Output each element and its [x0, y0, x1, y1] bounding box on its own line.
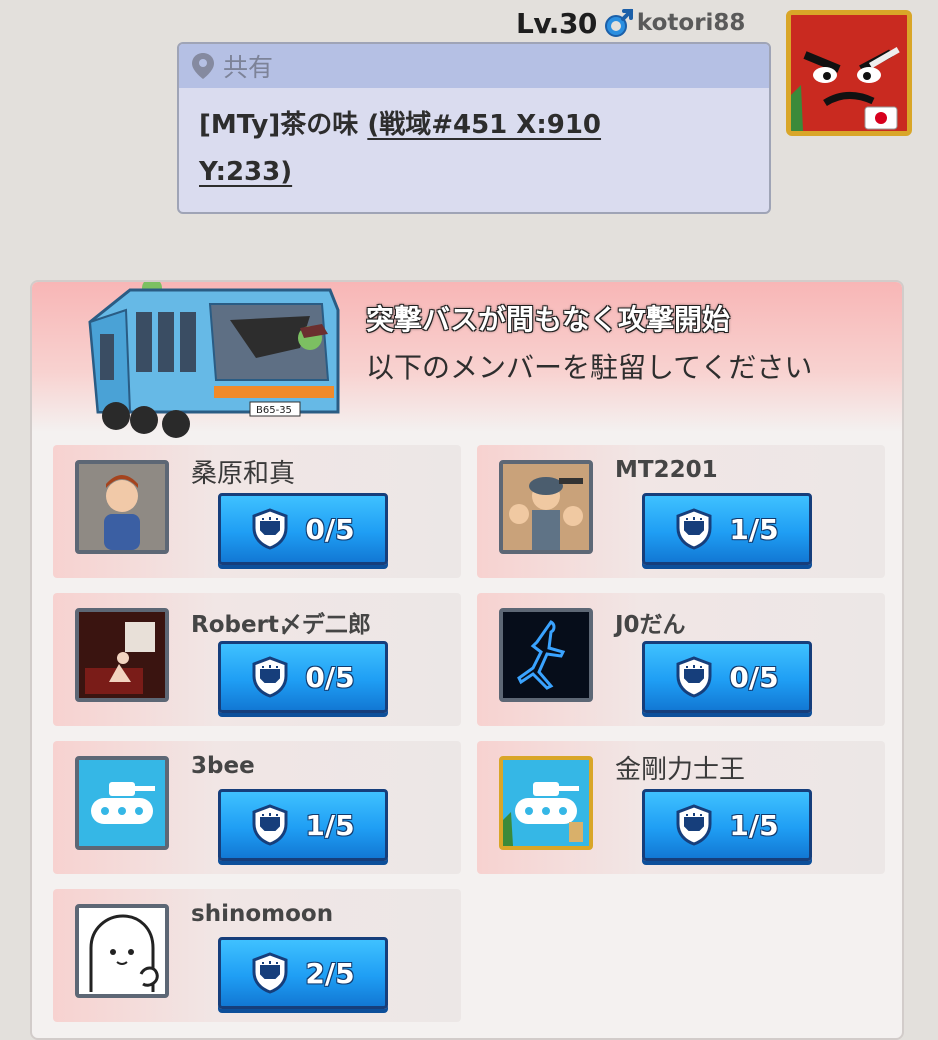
tank-icon — [79, 760, 165, 846]
member-name: 3bee — [191, 753, 255, 779]
garrison-count-button[interactable]: 0/5 — [218, 641, 388, 713]
shield-icon — [252, 656, 288, 698]
shield-icon — [252, 508, 288, 550]
garrison-count-button[interactable]: 1/5 — [642, 789, 812, 861]
garrison-count: 2/5 — [305, 956, 355, 990]
garrison-count-button[interactable]: 2/5 — [218, 937, 388, 1009]
member-name: 金剛力士王 — [615, 755, 746, 785]
svg-text:B65-35: B65-35 — [256, 405, 292, 416]
member-name: shinomoon — [191, 901, 334, 927]
user-info: Lv.30 kotori88 — [516, 4, 745, 42]
garrison-count-button[interactable]: 0/5 — [642, 641, 812, 713]
member-avatar[interactable] — [499, 608, 593, 702]
dark-room-photo-avatar-icon — [79, 612, 165, 698]
garrison-count-button[interactable]: 1/5 — [642, 493, 812, 565]
member-avatar[interactable] — [499, 756, 593, 850]
figure-photo-avatar-icon — [79, 464, 165, 550]
member-avatar[interactable] — [75, 904, 169, 998]
alliance-player-name: [MTy]茶の味 — [199, 110, 359, 140]
share-body: [MTy]茶の味 (戦域#451 X:910 Y:233) — [179, 88, 769, 210]
member-name: MT2201 — [615, 457, 718, 483]
member-avatar[interactable] — [75, 756, 169, 850]
shield-icon — [676, 656, 712, 698]
member-card: 3bee 1/5 — [53, 741, 461, 874]
member-card: J0だん 0/5 — [477, 593, 885, 726]
male-icon — [604, 9, 633, 37]
shield-icon — [676, 804, 712, 846]
soldiers-avatar-icon — [503, 464, 589, 550]
garrison-count-button[interactable]: 1/5 — [218, 789, 388, 861]
assault-warning-title: 突撃バスが間もなく攻撃開始 — [366, 303, 731, 336]
garrison-count: 0/5 — [305, 660, 355, 694]
assault-bus-icon: B65-35 — [88, 282, 340, 438]
player-level: Lv.30 — [516, 6, 597, 40]
jumpman-logo-avatar-icon — [503, 612, 589, 698]
member-card: shinomoon 2/5 — [53, 889, 461, 1022]
member-card: Robert〆デ二郎 0/5 — [53, 593, 461, 726]
assault-instruction: 以下のメンバーを駐留してください — [366, 351, 813, 384]
garrison-count-button[interactable]: 0/5 — [218, 493, 388, 565]
member-card: 桑原和真 0/5 — [53, 445, 461, 578]
member-card: 金剛力士王 1/5 — [477, 741, 885, 874]
garrison-count: 0/5 — [729, 660, 779, 694]
angry-face-avatar-icon — [791, 15, 907, 131]
shield-icon — [252, 804, 288, 846]
member-name: 桑原和真 — [191, 459, 296, 489]
member-avatar[interactable] — [75, 608, 169, 702]
member-avatar[interactable] — [75, 460, 169, 554]
coordinates-link-line1[interactable]: (戦域#451 X:910 — [367, 110, 601, 140]
shield-icon — [252, 952, 288, 994]
player-avatar[interactable] — [786, 10, 912, 136]
ghost-icon — [79, 908, 165, 994]
garrison-count: 1/5 — [305, 808, 355, 842]
tank-icon — [503, 760, 589, 846]
player-username: kotori88 — [636, 10, 746, 36]
member-name: J0だん — [615, 612, 686, 638]
shield-icon — [676, 508, 712, 550]
share-label: 共有 — [223, 53, 274, 82]
garrison-count: 0/5 — [305, 512, 355, 546]
garrison-count: 1/5 — [729, 808, 779, 842]
coordinates-link-line2[interactable]: Y:233) — [199, 157, 292, 187]
location-pin-icon — [192, 53, 214, 79]
shared-location-message[interactable]: 共有 [MTy]茶の味 (戦域#451 X:910 Y:233) — [177, 42, 771, 214]
member-card: MT2201 1/5 — [477, 445, 885, 578]
share-header: 共有 — [179, 44, 769, 88]
member-name: Robert〆デ二郎 — [191, 612, 371, 638]
garrison-count: 1/5 — [729, 512, 779, 546]
member-avatar[interactable] — [499, 460, 593, 554]
